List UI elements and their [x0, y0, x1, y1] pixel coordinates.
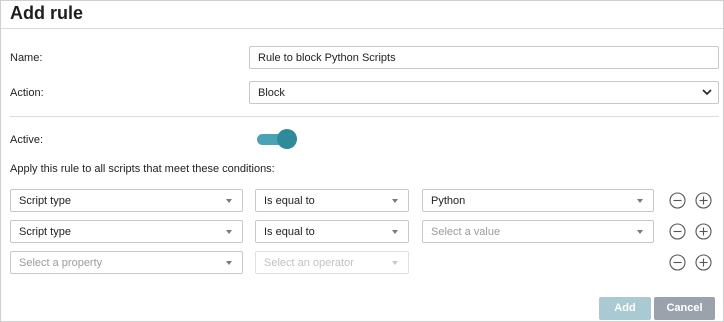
caret-down-icon	[226, 261, 232, 265]
condition-1-property-value: Script type	[19, 195, 71, 207]
condition-2-operator-value: Is equal to	[264, 226, 315, 238]
condition-1-operator-value: Is equal to	[264, 195, 315, 207]
conditions-intro: Apply this rule to all scripts that meet…	[10, 163, 275, 175]
action-label: Action:	[10, 87, 44, 99]
condition-3-property-select[interactable]: Select a property	[10, 251, 243, 274]
active-label: Active:	[10, 134, 44, 146]
remove-condition-1-icon[interactable]	[669, 192, 686, 209]
caret-down-icon	[226, 230, 232, 234]
add-condition-2-icon[interactable]	[695, 223, 712, 240]
name-label: Name:	[10, 52, 43, 64]
add-button[interactable]: Add	[599, 297, 651, 320]
remove-condition-3-icon[interactable]	[669, 254, 686, 271]
caret-down-icon	[637, 230, 643, 234]
add-rule-dialog: Add rule Name: Rule to block Python Scri…	[0, 0, 724, 322]
condition-1-property-select[interactable]: Script type	[10, 189, 243, 212]
name-input-value: Rule to block Python Scripts	[258, 52, 396, 64]
dialog-header: Add rule	[1, 1, 723, 29]
condition-1-operator-select[interactable]: Is equal to	[255, 189, 409, 212]
condition-3-operator-select: Select an operator	[255, 251, 409, 274]
chevron-down-icon	[702, 89, 712, 96]
caret-down-icon	[392, 199, 398, 203]
caret-down-icon	[637, 199, 643, 203]
active-toggle[interactable]	[257, 129, 297, 149]
condition-2-property-value: Script type	[19, 226, 71, 238]
add-condition-3-icon[interactable]	[695, 254, 712, 271]
condition-3-operator-placeholder: Select an operator	[264, 257, 354, 269]
toggle-knob	[277, 129, 297, 149]
add-condition-1-icon[interactable]	[695, 192, 712, 209]
condition-3-property-placeholder: Select a property	[19, 257, 103, 269]
caret-down-icon	[226, 199, 232, 203]
condition-1-value: Python	[431, 195, 466, 207]
condition-2-operator-select[interactable]: Is equal to	[255, 220, 409, 243]
condition-2-value-select[interactable]: Select a value	[422, 220, 654, 243]
condition-2-property-select[interactable]: Script type	[10, 220, 243, 243]
action-select-value: Block	[258, 87, 285, 99]
caret-down-icon	[392, 230, 398, 234]
name-input[interactable]: Rule to block Python Scripts	[249, 46, 719, 69]
action-select[interactable]: Block	[249, 81, 719, 104]
divider	[10, 116, 719, 117]
cancel-button[interactable]: Cancel	[654, 297, 715, 320]
caret-down-icon	[392, 261, 398, 265]
dialog-title: Add rule	[10, 3, 84, 23]
remove-condition-2-icon[interactable]	[669, 223, 686, 240]
condition-2-value-placeholder: Select a value	[431, 226, 501, 238]
condition-1-value-select[interactable]: Python	[422, 189, 654, 212]
